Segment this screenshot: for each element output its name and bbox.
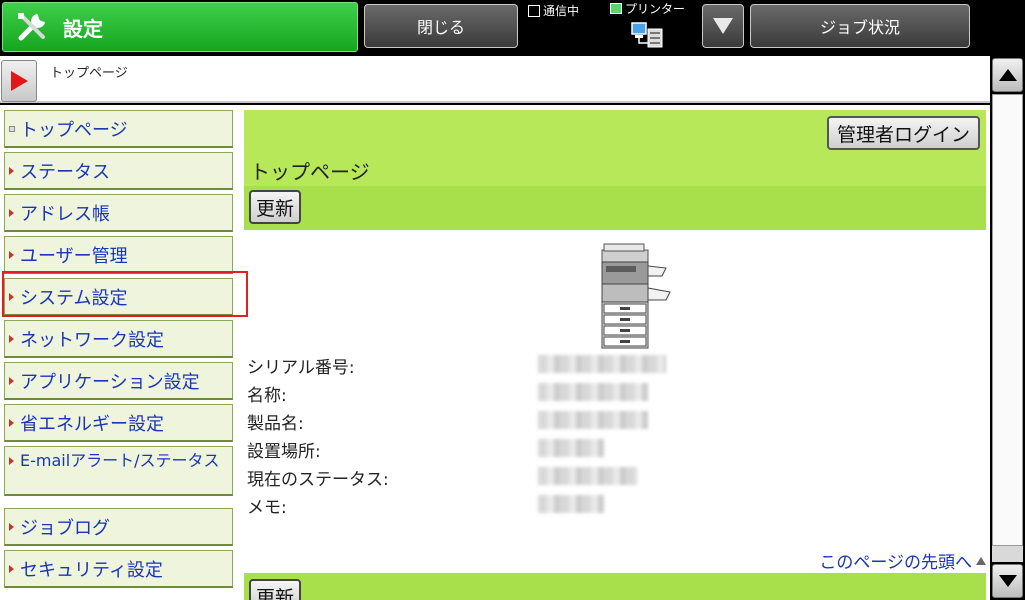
triangle-up-icon [998, 69, 1017, 81]
page-title: トップページ [250, 160, 370, 184]
content-footer: 更新 [244, 573, 986, 600]
sidebar-item-label: セキュリティ設定 [20, 559, 163, 581]
refresh-button-bottom[interactable]: 更新 [249, 579, 302, 600]
printer-status-label: プリンター [625, 2, 686, 16]
page-top-link[interactable]: このページの先頭へ [819, 548, 986, 573]
sidebar-toggle-button[interactable] [1, 60, 37, 102]
location-label: 設置場所: [247, 442, 321, 462]
sidebar-item-energy-saving[interactable]: 省エネルギー設定 [4, 404, 233, 442]
arrow-right-icon [9, 522, 14, 531]
status-area: 通信中 プリンター [526, 0, 698, 54]
sidebar-item-job-log[interactable]: ジョブログ [4, 508, 233, 546]
arrow-right-icon [9, 292, 14, 301]
arrow-right-icon [9, 250, 14, 259]
current-status-value [538, 467, 638, 485]
sidebar-item-label: ネットワーク設定 [20, 329, 164, 351]
sidebar-item-label: アプリケーション設定 [20, 371, 200, 393]
sidebar: トップページ ステータス アドレス帳 ユーザー管理 システム設定 ネットワーク設… [0, 105, 248, 600]
arrow-right-icon [9, 418, 14, 427]
arrow-right-icon [9, 208, 14, 217]
sidebar-item-top-page[interactable]: トップページ [4, 110, 233, 148]
scrollbar[interactable] [990, 56, 1025, 600]
product-name-value [538, 411, 648, 429]
scroll-up-button[interactable] [992, 58, 1023, 92]
arrow-right-icon [9, 334, 14, 343]
printer-status-indicator [610, 3, 622, 14]
sidebar-item-label: システム設定 [20, 287, 128, 309]
scroll-down-button[interactable] [992, 564, 1023, 598]
comm-status-label: 通信中 [543, 4, 580, 18]
sidebar-item-system-settings[interactable]: システム設定 [4, 278, 233, 316]
location-value [538, 439, 604, 457]
top-bar: 設定 閉じる 通信中 プリンター ジョブ状況 [0, 0, 1025, 56]
sidebar-item-label: 省エネルギー設定 [20, 413, 164, 435]
sidebar-item-label: E-mailアラート/ステータス [20, 451, 220, 470]
sidebar-item-network-settings[interactable]: ネットワーク設定 [4, 320, 233, 358]
content-header: 管理者ログイン トップページ [244, 110, 986, 186]
sidebar-item-label: アドレス帳 [20, 203, 110, 225]
name-label: 名称: [247, 386, 287, 406]
serial-number-label: シリアル番号: [247, 358, 355, 378]
printer-status: プリンター [610, 0, 685, 17]
dropdown-button[interactable] [702, 4, 744, 48]
main-area: トップページ ステータス アドレス帳 ユーザー管理 システム設定 ネットワーク設… [0, 105, 990, 600]
arrow-right-icon [9, 376, 14, 385]
arrow-right-icon [9, 166, 14, 175]
current-status-label: 現在のステータス: [247, 470, 389, 490]
name-value [538, 383, 648, 401]
play-arrow-icon [11, 71, 28, 91]
settings-tab[interactable]: 設定 [2, 2, 358, 52]
admin-login-button[interactable]: 管理者ログイン [826, 116, 980, 150]
sidebar-item-user-management[interactable]: ユーザー管理 [4, 236, 233, 274]
product-name-label: 製品名: [247, 414, 304, 434]
printer-image [601, 243, 671, 349]
refresh-button[interactable]: 更新 [249, 190, 302, 224]
sidebar-item-label: ユーザー管理 [20, 245, 128, 267]
chevron-down-icon [713, 18, 733, 34]
network-printer-icon [631, 22, 663, 48]
serial-number-value [538, 355, 666, 373]
memo-label: メモ: [247, 498, 287, 518]
sidebar-item-security-settings[interactable]: セキュリティ設定 [4, 550, 233, 588]
close-button[interactable]: 閉じる [364, 4, 518, 48]
page-top-link-label: このページの先頭へ [819, 553, 972, 573]
memo-value [538, 495, 604, 513]
bullet-icon [9, 125, 15, 132]
sidebar-item-application-settings[interactable]: アプリケーション設定 [4, 362, 233, 400]
sidebar-item-status[interactable]: ステータス [4, 152, 233, 190]
triangle-down-icon [998, 575, 1017, 587]
breadcrumb: トップページ [50, 66, 128, 81]
content-toolbar: 更新 [244, 186, 986, 230]
settings-title: 設定 [63, 16, 103, 41]
scroll-track[interactable] [992, 94, 1023, 562]
tools-icon [18, 13, 45, 41]
comm-status: 通信中 [528, 2, 579, 19]
arrow-up-icon [976, 556, 986, 565]
sidebar-item-label: トップページ [20, 119, 128, 141]
sidebar-item-label: ステータス [20, 161, 110, 183]
sidebar-item-email-alert[interactable]: E-mailアラート/ステータス [4, 446, 233, 496]
arrow-right-icon [9, 564, 14, 573]
sidebar-item-label: ジョブログ [20, 517, 110, 539]
scroll-thumb[interactable] [992, 94, 1023, 546]
comm-status-indicator [528, 4, 540, 17]
job-status-button[interactable]: ジョブ状況 [750, 4, 970, 48]
sidebar-item-address-book[interactable]: アドレス帳 [4, 194, 233, 232]
breadcrumb-bar: トップページ [0, 56, 990, 103]
content-panel: 管理者ログイン トップページ 更新 シリアル番号: 名称: 製品名: 設置場所:… [244, 110, 986, 600]
arrow-right-icon [9, 457, 14, 465]
